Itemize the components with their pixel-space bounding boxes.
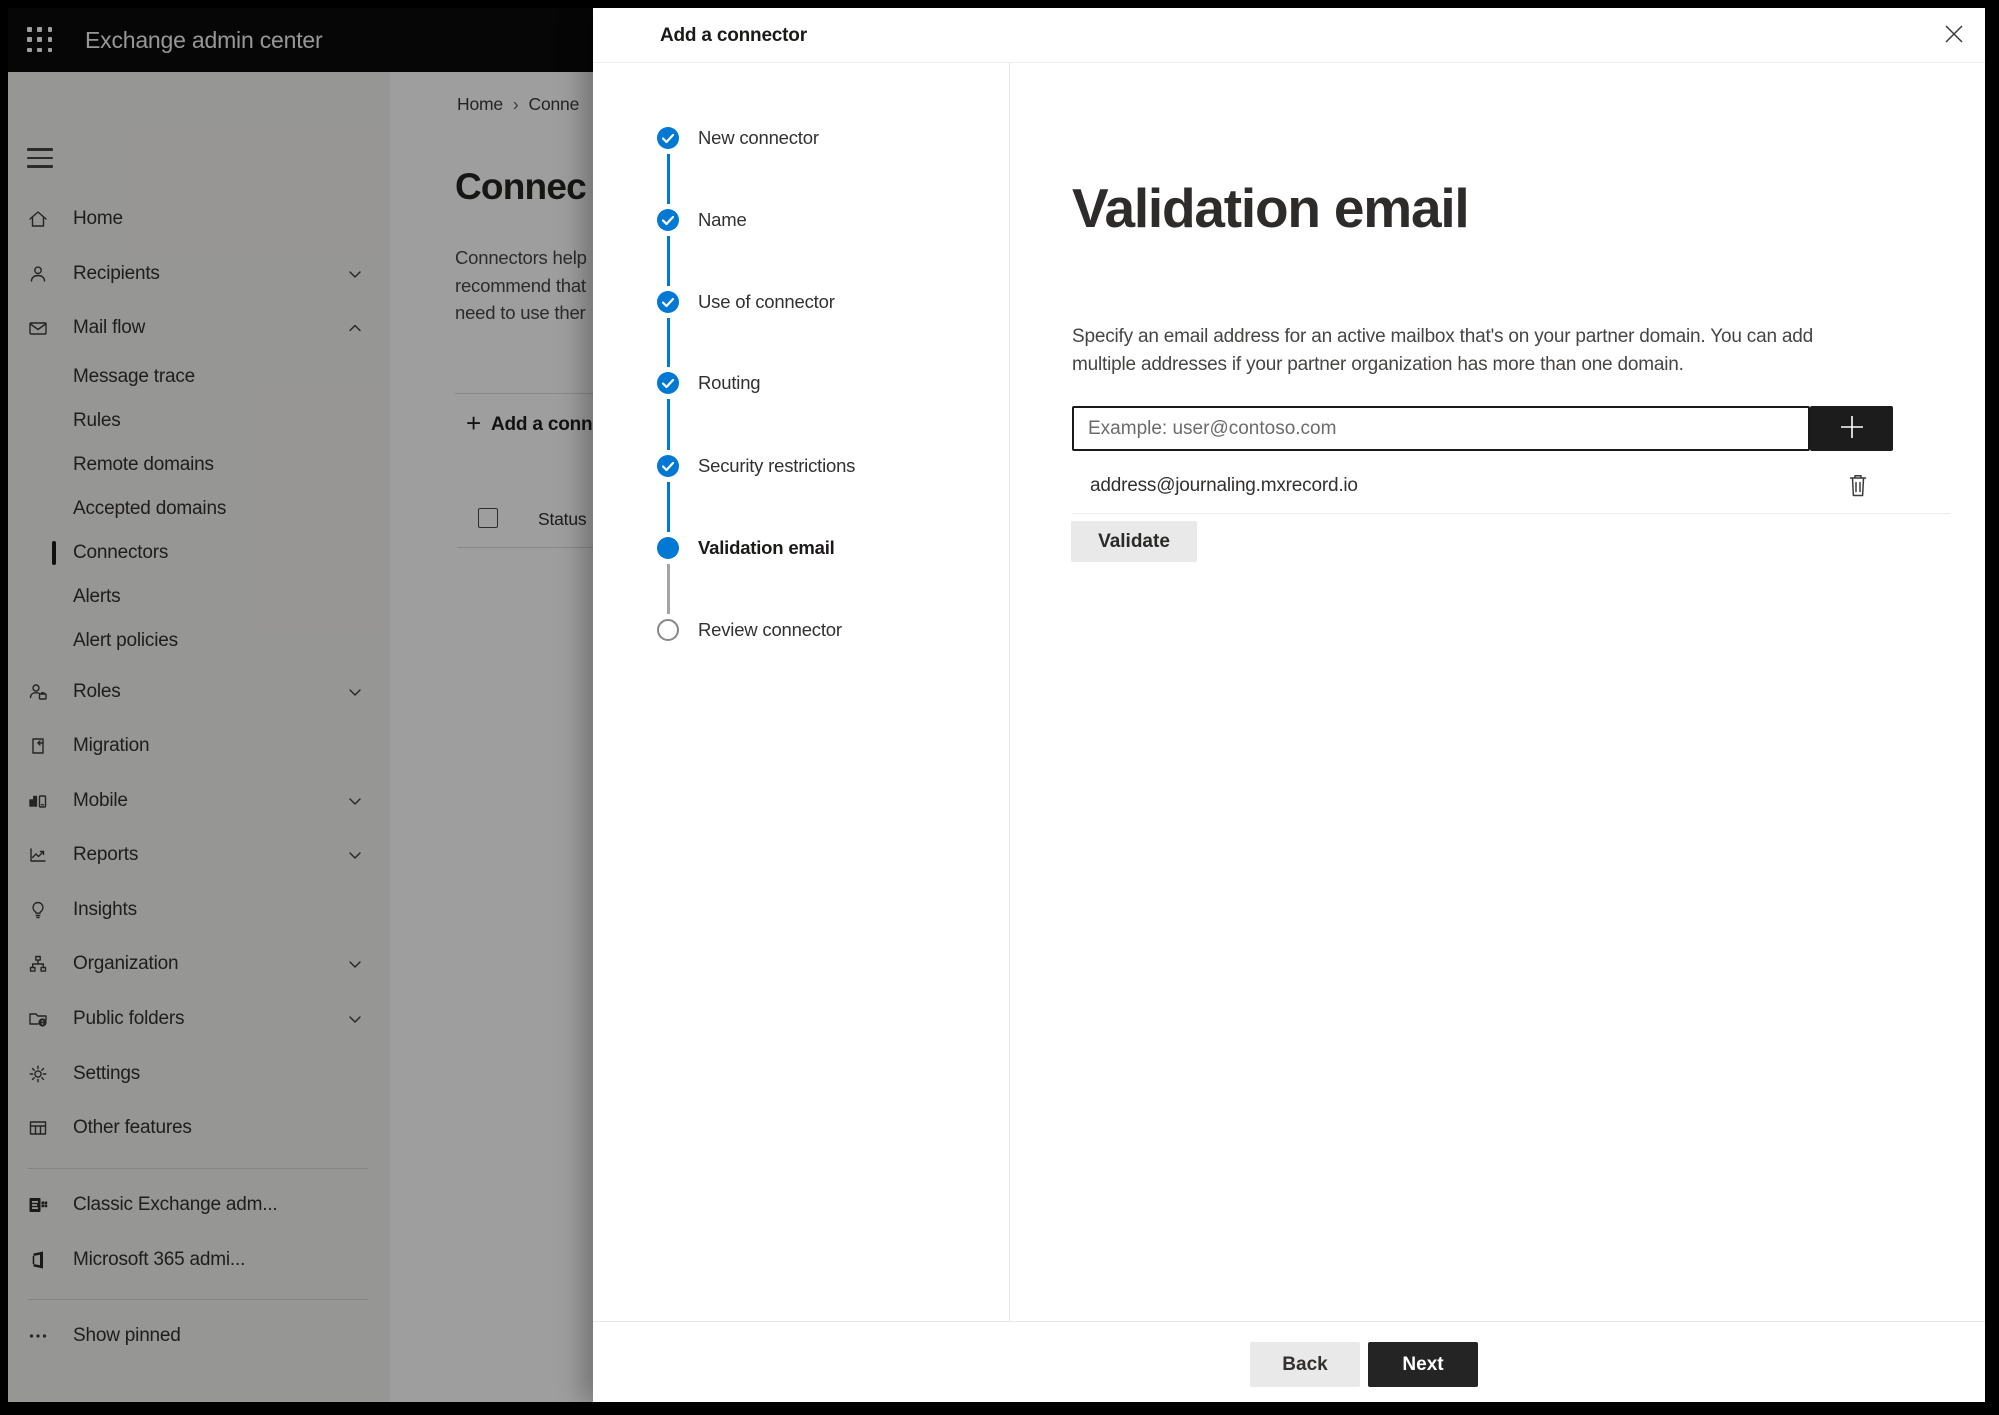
step-connector-line — [666, 399, 670, 450]
wizard-step-review-connector[interactable]: Review connector — [698, 615, 842, 645]
delete-address-button[interactable] — [1843, 472, 1873, 502]
step-completed-check-icon — [656, 371, 680, 395]
add-connector-panel: Add a connector New connector Name Use o… — [593, 8, 1985, 1402]
step-content-description: Specify an email address for an active m… — [1072, 326, 1813, 375]
wizard-step-validation-email[interactable]: Validation email — [698, 533, 835, 563]
wizard-step-routing[interactable]: Routing — [698, 368, 761, 398]
step-completed-check-icon — [656, 126, 680, 150]
plus-icon — [1837, 416, 1867, 445]
screen: Exchange admin center Home Recipients Ma… — [8, 8, 1985, 1402]
wizard-step-security-restrictions[interactable]: Security restrictions — [698, 451, 855, 481]
step-connector-line — [666, 318, 670, 367]
wizard-step-use-of-connector[interactable]: Use of connector — [698, 287, 835, 317]
trash-icon — [1846, 474, 1870, 502]
wizard-step-name[interactable]: Name — [698, 205, 747, 235]
step-connector-line-pending — [666, 564, 670, 614]
step-connector-line — [666, 236, 670, 286]
step-connector-line — [666, 482, 670, 532]
wizard-content-divider — [1009, 63, 1010, 1322]
step-upcoming-circle-icon — [656, 618, 680, 642]
panel-header: Add a connector — [593, 8, 1985, 63]
step-completed-check-icon — [656, 454, 680, 478]
step-content-title: Validation email — [1072, 177, 1470, 239]
panel-footer-divider — [593, 1321, 1985, 1322]
next-button[interactable]: Next — [1368, 1342, 1478, 1387]
close-button[interactable] — [1939, 20, 1969, 50]
step-current-dot-icon — [656, 536, 680, 560]
step-completed-check-icon — [656, 290, 680, 314]
close-icon — [1942, 24, 1966, 49]
step-connector-line — [666, 154, 670, 204]
back-button[interactable]: Back — [1250, 1342, 1360, 1387]
added-address-row: address@journaling.mxrecord.io — [1072, 459, 1950, 513]
added-address-value: address@journaling.mxrecord.io — [1090, 475, 1358, 496]
panel-title: Add a connector — [660, 25, 807, 46]
validation-email-input[interactable] — [1072, 406, 1810, 451]
step-completed-check-icon — [656, 208, 680, 232]
wizard-step-new-connector[interactable]: New connector — [698, 123, 819, 153]
address-list-divider — [1072, 513, 1950, 514]
add-email-button[interactable] — [1810, 406, 1893, 451]
validate-button[interactable]: Validate — [1071, 521, 1197, 562]
